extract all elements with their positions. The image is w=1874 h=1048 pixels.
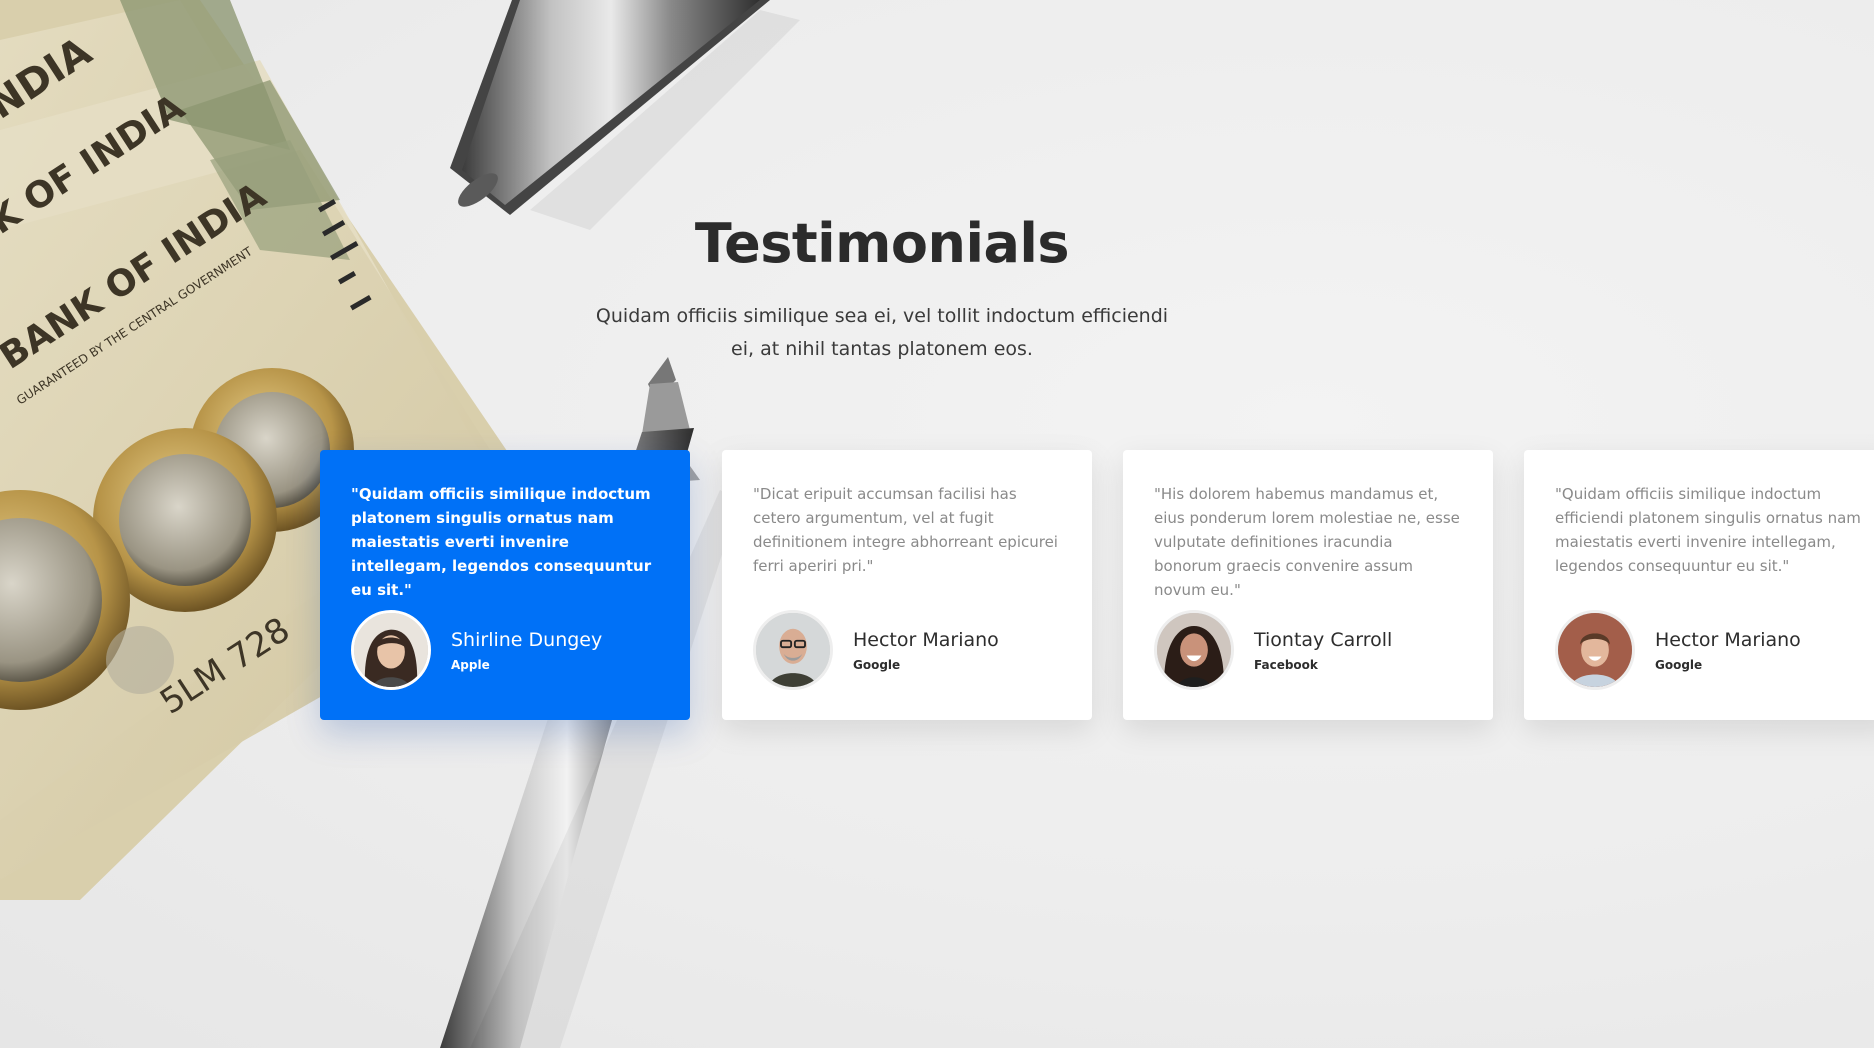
avatar xyxy=(351,610,431,690)
author-name: Shirline Dungey xyxy=(451,629,603,651)
avatar xyxy=(753,610,833,690)
author-name: Hector Mariano xyxy=(1655,629,1801,651)
testimonial-quote: "Quidam officiis similique indoctum plat… xyxy=(351,485,652,599)
testimonial-author: Hector Mariano Google xyxy=(1555,610,1801,690)
woman-portrait-icon xyxy=(1157,613,1231,687)
testimonial-card[interactable]: "His dolorem habemus mandamus et, eius p… xyxy=(1123,450,1493,720)
woman-portrait-icon xyxy=(354,613,428,687)
author-company: Google xyxy=(853,658,901,672)
testimonial-author: Tiontay Carroll Facebook xyxy=(1154,610,1392,690)
section-subtitle: Quidam officiis similique sea ei, vel to… xyxy=(595,305,1169,360)
avatar xyxy=(1154,610,1234,690)
author-company: Apple xyxy=(451,658,490,672)
testimonial-quote: "Dicat eripuit accumsan facilisi has cet… xyxy=(753,485,1058,575)
testimonial-author: Hector Mariano Google xyxy=(753,610,999,690)
testimonial-quote: "His dolorem habemus mandamus et, eius p… xyxy=(1154,485,1460,599)
testimonial-card-active[interactable]: "Quidam officiis similique indoctum plat… xyxy=(320,450,690,720)
man-portrait-icon xyxy=(756,613,830,687)
avatar xyxy=(1555,610,1635,690)
testimonial-card[interactable]: "Dicat eripuit accumsan facilisi has cet… xyxy=(722,450,1092,720)
author-company: Google xyxy=(1655,658,1703,672)
author-name: Hector Mariano xyxy=(853,629,999,651)
testimonial-card[interactable]: "Quidam officiis similique indoctum effi… xyxy=(1524,450,1874,720)
author-name: Tiontay Carroll xyxy=(1254,629,1393,651)
author-company: Facebook xyxy=(1254,658,1318,672)
testimonial-carousel: "Quidam officiis similique indoctum plat… xyxy=(320,450,1874,722)
section-title: Testimonials xyxy=(694,212,1070,275)
testimonials-page: NDIA K OF INDIA BANK OF INDIA GUARANTEED… xyxy=(0,0,1874,1048)
testimonial-author: Shirline Dungey Apple xyxy=(351,610,602,690)
pen-cap-graphic xyxy=(450,0,800,230)
testimonial-quote: "Quidam officiis similique indoctum effi… xyxy=(1555,485,1861,575)
man-portrait-icon xyxy=(1558,613,1632,687)
